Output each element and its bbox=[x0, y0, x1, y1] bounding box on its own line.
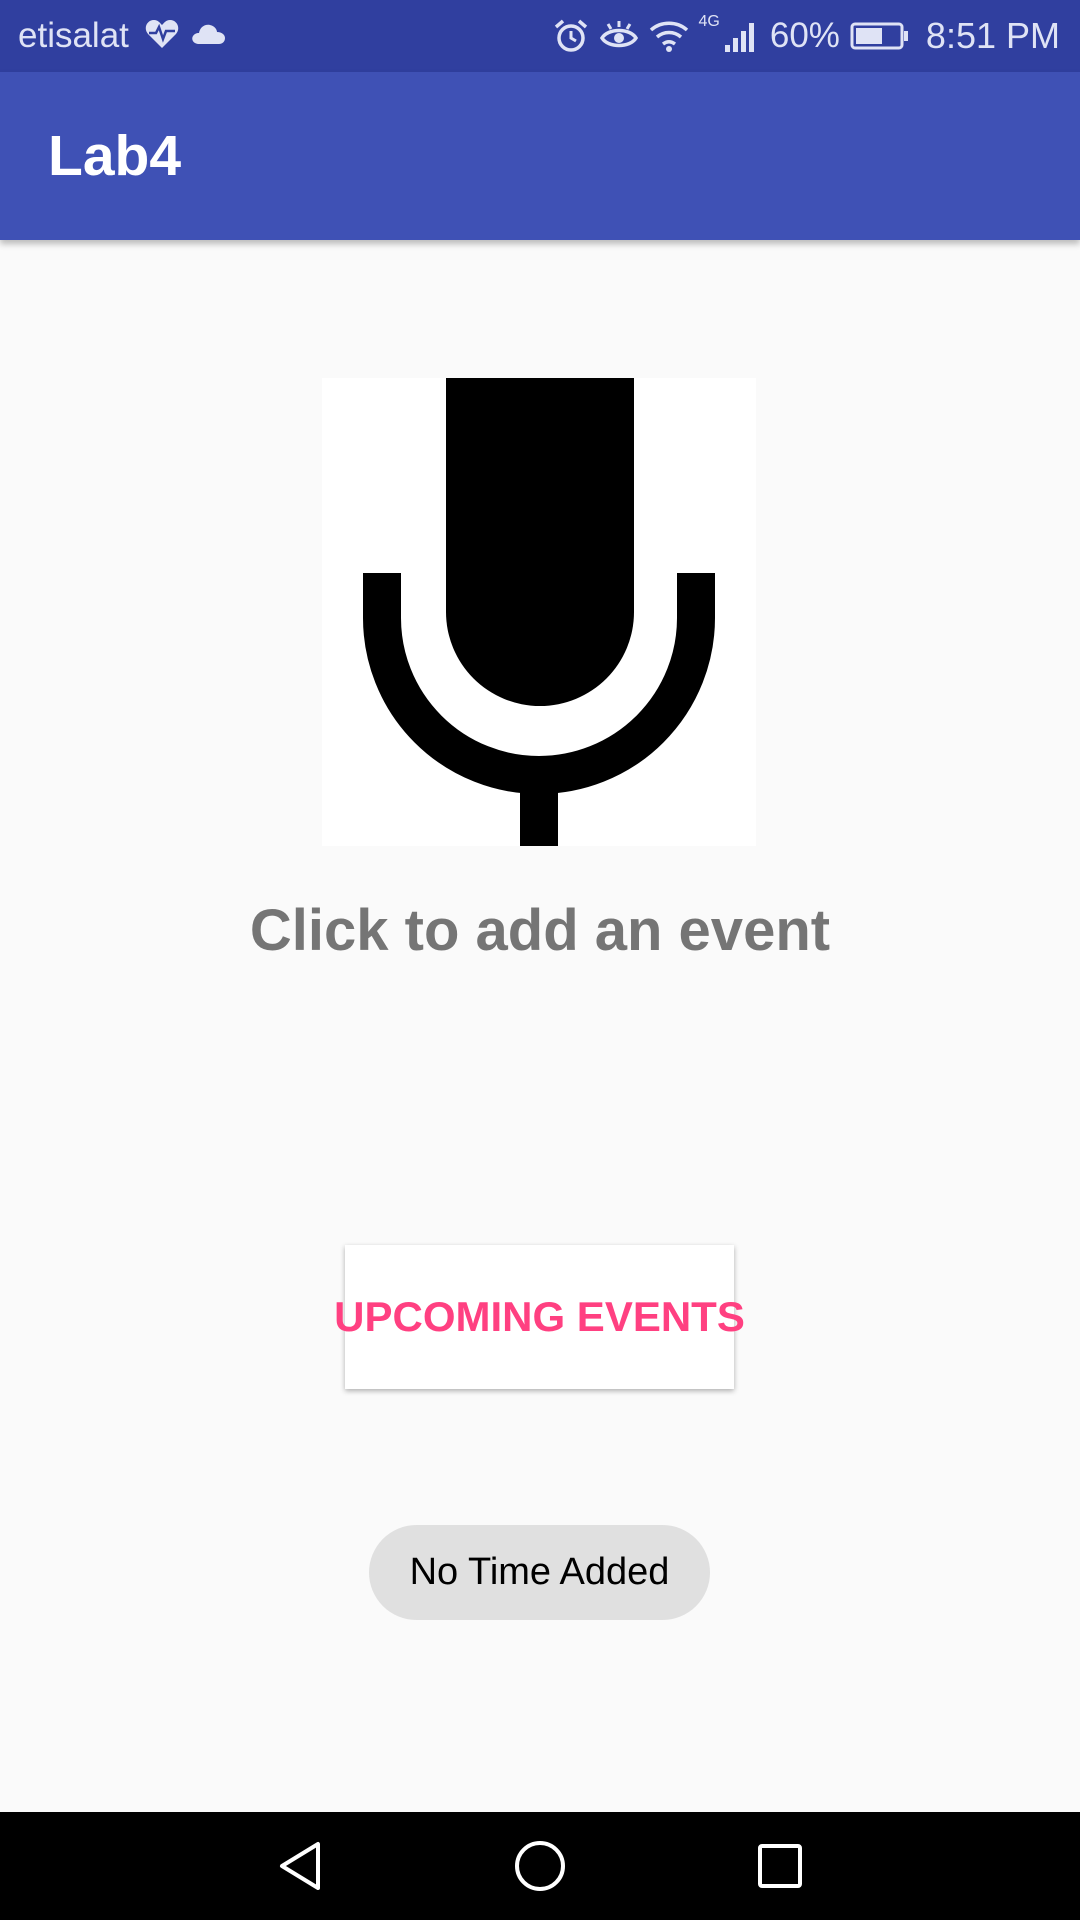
eye-comfort-icon bbox=[599, 18, 639, 54]
microphone-icon bbox=[363, 378, 715, 846]
status-right-icons: 4G 60% 8:51 PM bbox=[553, 10, 1060, 62]
microphone-button[interactable] bbox=[322, 378, 756, 846]
back-icon bbox=[280, 1842, 320, 1890]
back-button[interactable] bbox=[268, 1834, 332, 1898]
clock: 8:51 PM bbox=[925, 15, 1060, 56]
upcoming-events-button[interactable]: UPCOMING EVENTS bbox=[334, 1245, 745, 1389]
battery-percent: 60% bbox=[769, 16, 840, 55]
wifi-icon bbox=[649, 19, 689, 53]
home-button[interactable] bbox=[508, 1834, 572, 1898]
app-bar: Lab4 bbox=[0, 72, 1080, 240]
app-title: Lab4 bbox=[48, 124, 182, 188]
alarm-icon bbox=[553, 18, 589, 54]
home-icon bbox=[515, 1841, 565, 1891]
network-type-label: 4G bbox=[698, 13, 720, 30]
battery-icon bbox=[850, 21, 910, 51]
recents-icon bbox=[758, 1844, 802, 1888]
time-status-chip: No Time Added bbox=[369, 1525, 710, 1620]
signal-icon bbox=[724, 19, 760, 53]
carrier-name: etisalat bbox=[18, 16, 129, 55]
status-bar: etisalat 4G 60% 8:51 PM bbox=[0, 0, 1080, 72]
cloud-icon bbox=[190, 22, 226, 51]
health-icon bbox=[144, 18, 180, 55]
add-event-prompt: Click to add an event bbox=[249, 898, 831, 963]
navigation-bar bbox=[0, 1812, 1080, 1920]
status-left-icons bbox=[144, 18, 226, 54]
recents-button[interactable] bbox=[748, 1834, 812, 1898]
